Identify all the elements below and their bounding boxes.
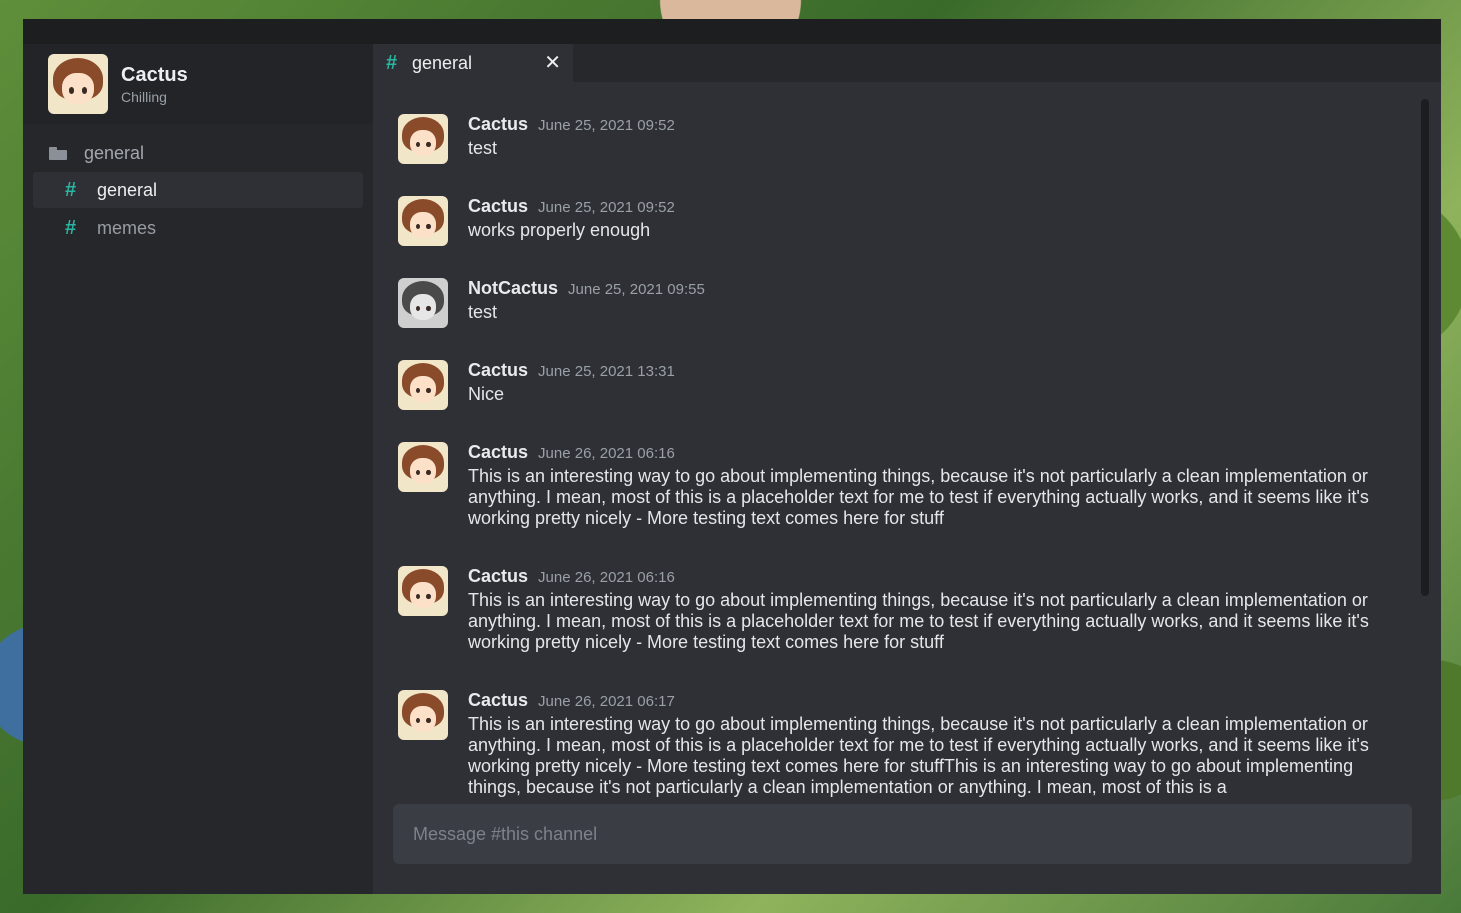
message-input[interactable] [413, 823, 1412, 845]
message-item: Cactus June 26, 2021 06:16 This is an int… [398, 566, 1398, 653]
author-avatar[interactable] [398, 442, 448, 492]
user-avatar[interactable] [48, 54, 108, 114]
close-icon[interactable]: ✕ [544, 50, 561, 75]
message-timestamp: June 25, 2021 09:52 [538, 117, 675, 134]
hash-icon: # [386, 51, 398, 74]
hash-icon: # [65, 178, 77, 201]
folder-open-icon [49, 146, 67, 160]
message-timestamp: June 25, 2021 09:55 [568, 281, 705, 298]
hash-icon: # [65, 216, 77, 239]
author-avatar[interactable] [398, 690, 448, 740]
message-author[interactable]: Cactus [468, 360, 528, 381]
message-text: test [468, 138, 498, 158]
message-text: This is an interesting way to go about i… [468, 590, 1369, 652]
channel-folder-general[interactable]: general [23, 136, 373, 170]
author-avatar[interactable] [398, 196, 448, 246]
chat-panel: # general ✕ Cactus June 25, 2021 09:52 te… [373, 44, 1441, 894]
message-timestamp: June 26, 2021 06:17 [538, 693, 675, 710]
sidebar-channel-general[interactable]: # general [33, 172, 363, 208]
message-author[interactable]: Cactus [468, 690, 528, 711]
message-text: works properly enough [468, 220, 651, 240]
message-item: NotCactus June 25, 2021 09:55 test [398, 278, 1398, 328]
message-item: Cactus June 25, 2021 09:52 test [398, 114, 1398, 164]
author-avatar[interactable] [398, 278, 448, 328]
app-window: Cactus Chilling general # general # meme… [23, 19, 1441, 894]
profile-name: Cactus [121, 63, 188, 86]
message-timestamp: June 25, 2021 09:52 [538, 199, 675, 216]
user-profile[interactable]: Cactus Chilling [23, 44, 373, 124]
message-item: Cactus June 26, 2021 06:16 This is an int… [398, 442, 1398, 529]
sidebar: Cactus Chilling general # general # meme… [23, 44, 373, 894]
message-text: test [468, 302, 498, 322]
message-text: Nice [468, 384, 505, 404]
author-avatar[interactable] [398, 114, 448, 164]
message-list[interactable]: Cactus June 25, 2021 09:52 test Cactus Jun… [373, 82, 1421, 812]
message-composer[interactable] [393, 804, 1412, 864]
channel-label: memes [97, 217, 157, 238]
message-item: Cactus June 25, 2021 13:31 Nice [398, 360, 1398, 410]
tab-label: general [412, 52, 473, 73]
message-scrollbar[interactable] [1421, 99, 1429, 596]
author-avatar[interactable] [398, 360, 448, 410]
message-author[interactable]: Cactus [468, 442, 528, 463]
folder-label: general [84, 142, 145, 163]
message-timestamp: June 25, 2021 13:31 [538, 363, 675, 380]
tab-bar: # general ✕ [373, 44, 1441, 82]
message-author[interactable]: Cactus [468, 196, 528, 217]
channel-label: general [97, 179, 158, 200]
message-timestamp: June 26, 2021 06:16 [538, 445, 675, 462]
message-text: This is an interesting way to go about i… [468, 466, 1369, 528]
tab-general[interactable]: # general ✕ [373, 44, 573, 82]
profile-status: Chilling [121, 88, 167, 105]
message-author[interactable]: Cactus [468, 114, 528, 135]
message-author[interactable]: Cactus [468, 566, 528, 587]
message-text: This is an interesting way to go about i… [468, 714, 1369, 797]
message-item: Cactus June 25, 2021 09:52 works properly… [398, 196, 1398, 246]
message-author[interactable]: NotCactus [468, 278, 558, 299]
title-bar[interactable] [23, 19, 1441, 44]
author-avatar[interactable] [398, 566, 448, 616]
message-timestamp: June 26, 2021 06:16 [538, 569, 675, 586]
message-item: Cactus June 26, 2021 06:17 This is an int… [398, 690, 1398, 798]
sidebar-channel-memes[interactable]: # memes [33, 210, 363, 246]
